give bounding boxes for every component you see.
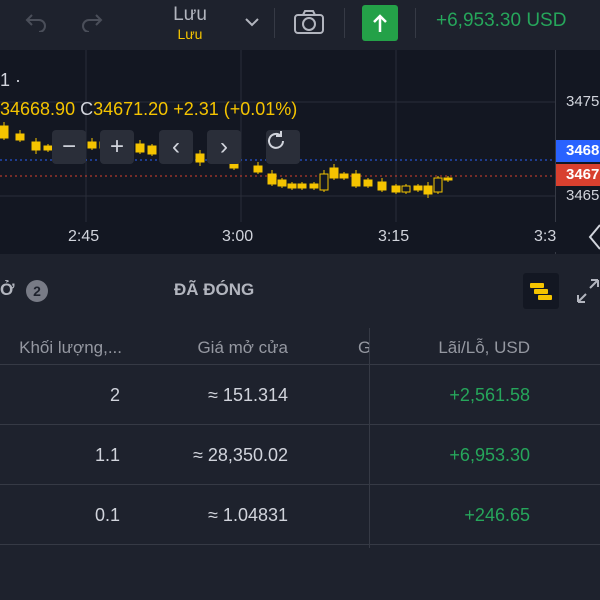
pnl-cell: +2,561.58 <box>449 385 530 405</box>
candle-body <box>433 177 443 193</box>
candle-body <box>443 177 453 181</box>
open-positions-count-badge: 2 <box>26 280 48 302</box>
candle-body <box>351 173 361 187</box>
volume-cell: 2 <box>109 385 120 405</box>
column-header-volume[interactable]: Khối lượng,... <box>19 338 122 358</box>
candle-body <box>319 173 329 191</box>
camera-icon <box>294 10 324 34</box>
row-divider <box>0 544 600 545</box>
layers-icon <box>530 283 552 300</box>
tab-open-positions[interactable]: Ở <box>0 280 15 300</box>
price-tick: 3465 <box>566 187 600 204</box>
diamond-icon[interactable] <box>588 224 600 250</box>
column-header-open-price[interactable]: Giá mở cửa <box>197 338 288 358</box>
time-tick: 3:00 <box>222 228 254 245</box>
scroll-right-button[interactable]: › <box>207 130 241 164</box>
toolbar-divider <box>274 8 275 38</box>
reset-icon <box>268 131 284 149</box>
open-price-cell: ≈ 151.314 <box>208 385 288 405</box>
candle-body <box>309 183 319 189</box>
pnl-cell: +6,953.30 <box>449 445 530 465</box>
redo-button[interactable] <box>78 10 106 34</box>
ask-price-badge: 3467 <box>556 164 600 186</box>
expand-icon <box>577 279 599 303</box>
save-button[interactable]: Lưu Lưu <box>160 4 220 42</box>
undo-icon <box>25 14 46 32</box>
ohlc-open: 34668.90 <box>0 99 76 119</box>
undo-button[interactable] <box>22 10 50 34</box>
time-tick: 3:15 <box>378 228 410 245</box>
tab-closed-positions[interactable]: ĐÃ ĐÓNG <box>174 280 254 300</box>
pnl-cell: +246.65 <box>464 505 530 525</box>
bid-price-badge: 3468 <box>556 140 600 162</box>
candle-body <box>287 183 297 189</box>
time-tick: 2:45 <box>68 228 100 245</box>
ohlc-close-label: C <box>80 99 94 119</box>
scroll-left-button[interactable]: ‹ <box>159 130 193 164</box>
volume-cell: 1.1 <box>94 445 120 465</box>
ohlc-readout: 34668.90 C34671.20 +2.31 (+0.01%) <box>0 99 297 120</box>
save-options-dropdown[interactable] <box>240 12 264 32</box>
candle-body <box>423 185 433 195</box>
save-sublabel: Lưu <box>177 26 203 42</box>
price-tick: 3475 <box>566 93 600 110</box>
top-toolbar: Lưu Lưu +6,953.30 USD <box>0 0 600 44</box>
candle-body <box>363 179 373 187</box>
volume-cell: 0.1 <box>94 505 120 525</box>
redo-icon <box>82 14 103 32</box>
candle-body <box>195 153 205 163</box>
group-positions-button[interactable] <box>523 273 559 309</box>
candle-body <box>15 133 25 141</box>
ohlc-change: +2.31 (+0.01%) <box>173 99 298 119</box>
positions-table: Khối lượng,... Giá mở cửa G Lãi/Lỗ, USD … <box>0 320 600 600</box>
candle-body <box>135 143 145 153</box>
candle-body <box>43 145 53 151</box>
save-label: Lưu <box>173 4 207 25</box>
symbol-legend: 1 · <box>0 70 22 90</box>
candle-body <box>377 181 387 191</box>
candle-body <box>277 179 287 187</box>
table-row[interactable]: 0.1 ≈ 1.04831 +246.65 <box>0 485 600 545</box>
zoom-in-button[interactable]: + <box>100 130 134 164</box>
publish-button[interactable] <box>362 5 398 41</box>
toolbar-divider <box>344 8 345 38</box>
candle-body <box>87 141 97 149</box>
screenshot-button[interactable] <box>290 8 328 36</box>
table-row[interactable]: 2 ≈ 151.314 +2,561.58 <box>0 365 600 425</box>
time-axis[interactable]: 2:45 3:00 3:15 3:3 <box>0 222 600 252</box>
candle-body <box>0 125 9 139</box>
expand-panel-button[interactable] <box>574 276 600 306</box>
positions-tabs: Ở 2 ĐÃ ĐÓNG <box>0 258 600 320</box>
candle-body <box>413 185 423 191</box>
candle-body <box>147 145 157 155</box>
ohlc-close: 34671.20 <box>93 99 169 119</box>
candle-body <box>391 185 401 193</box>
candle-body <box>31 141 41 151</box>
account-balance: +6,953.30 USD <box>436 10 567 31</box>
open-price-cell: ≈ 28,350.02 <box>193 445 288 465</box>
chevron-down-icon <box>245 18 259 27</box>
candle-body <box>329 167 339 179</box>
candle-body <box>267 173 277 185</box>
zoom-out-button[interactable]: − <box>52 130 86 164</box>
candle-body <box>253 165 263 173</box>
toolbar-divider <box>415 8 416 38</box>
arrow-up-icon <box>373 14 387 32</box>
time-tick: 3:3 <box>534 228 557 245</box>
column-header-pnl[interactable]: Lãi/Lỗ, USD <box>438 338 530 358</box>
candle-body <box>401 185 411 193</box>
candle-body <box>339 173 349 179</box>
open-price-cell: ≈ 1.04831 <box>208 505 288 525</box>
reset-chart-button[interactable] <box>266 130 300 164</box>
table-row[interactable]: 1.1 ≈ 28,350.02 +6,953.30 <box>0 425 600 485</box>
candle-body <box>297 183 307 189</box>
